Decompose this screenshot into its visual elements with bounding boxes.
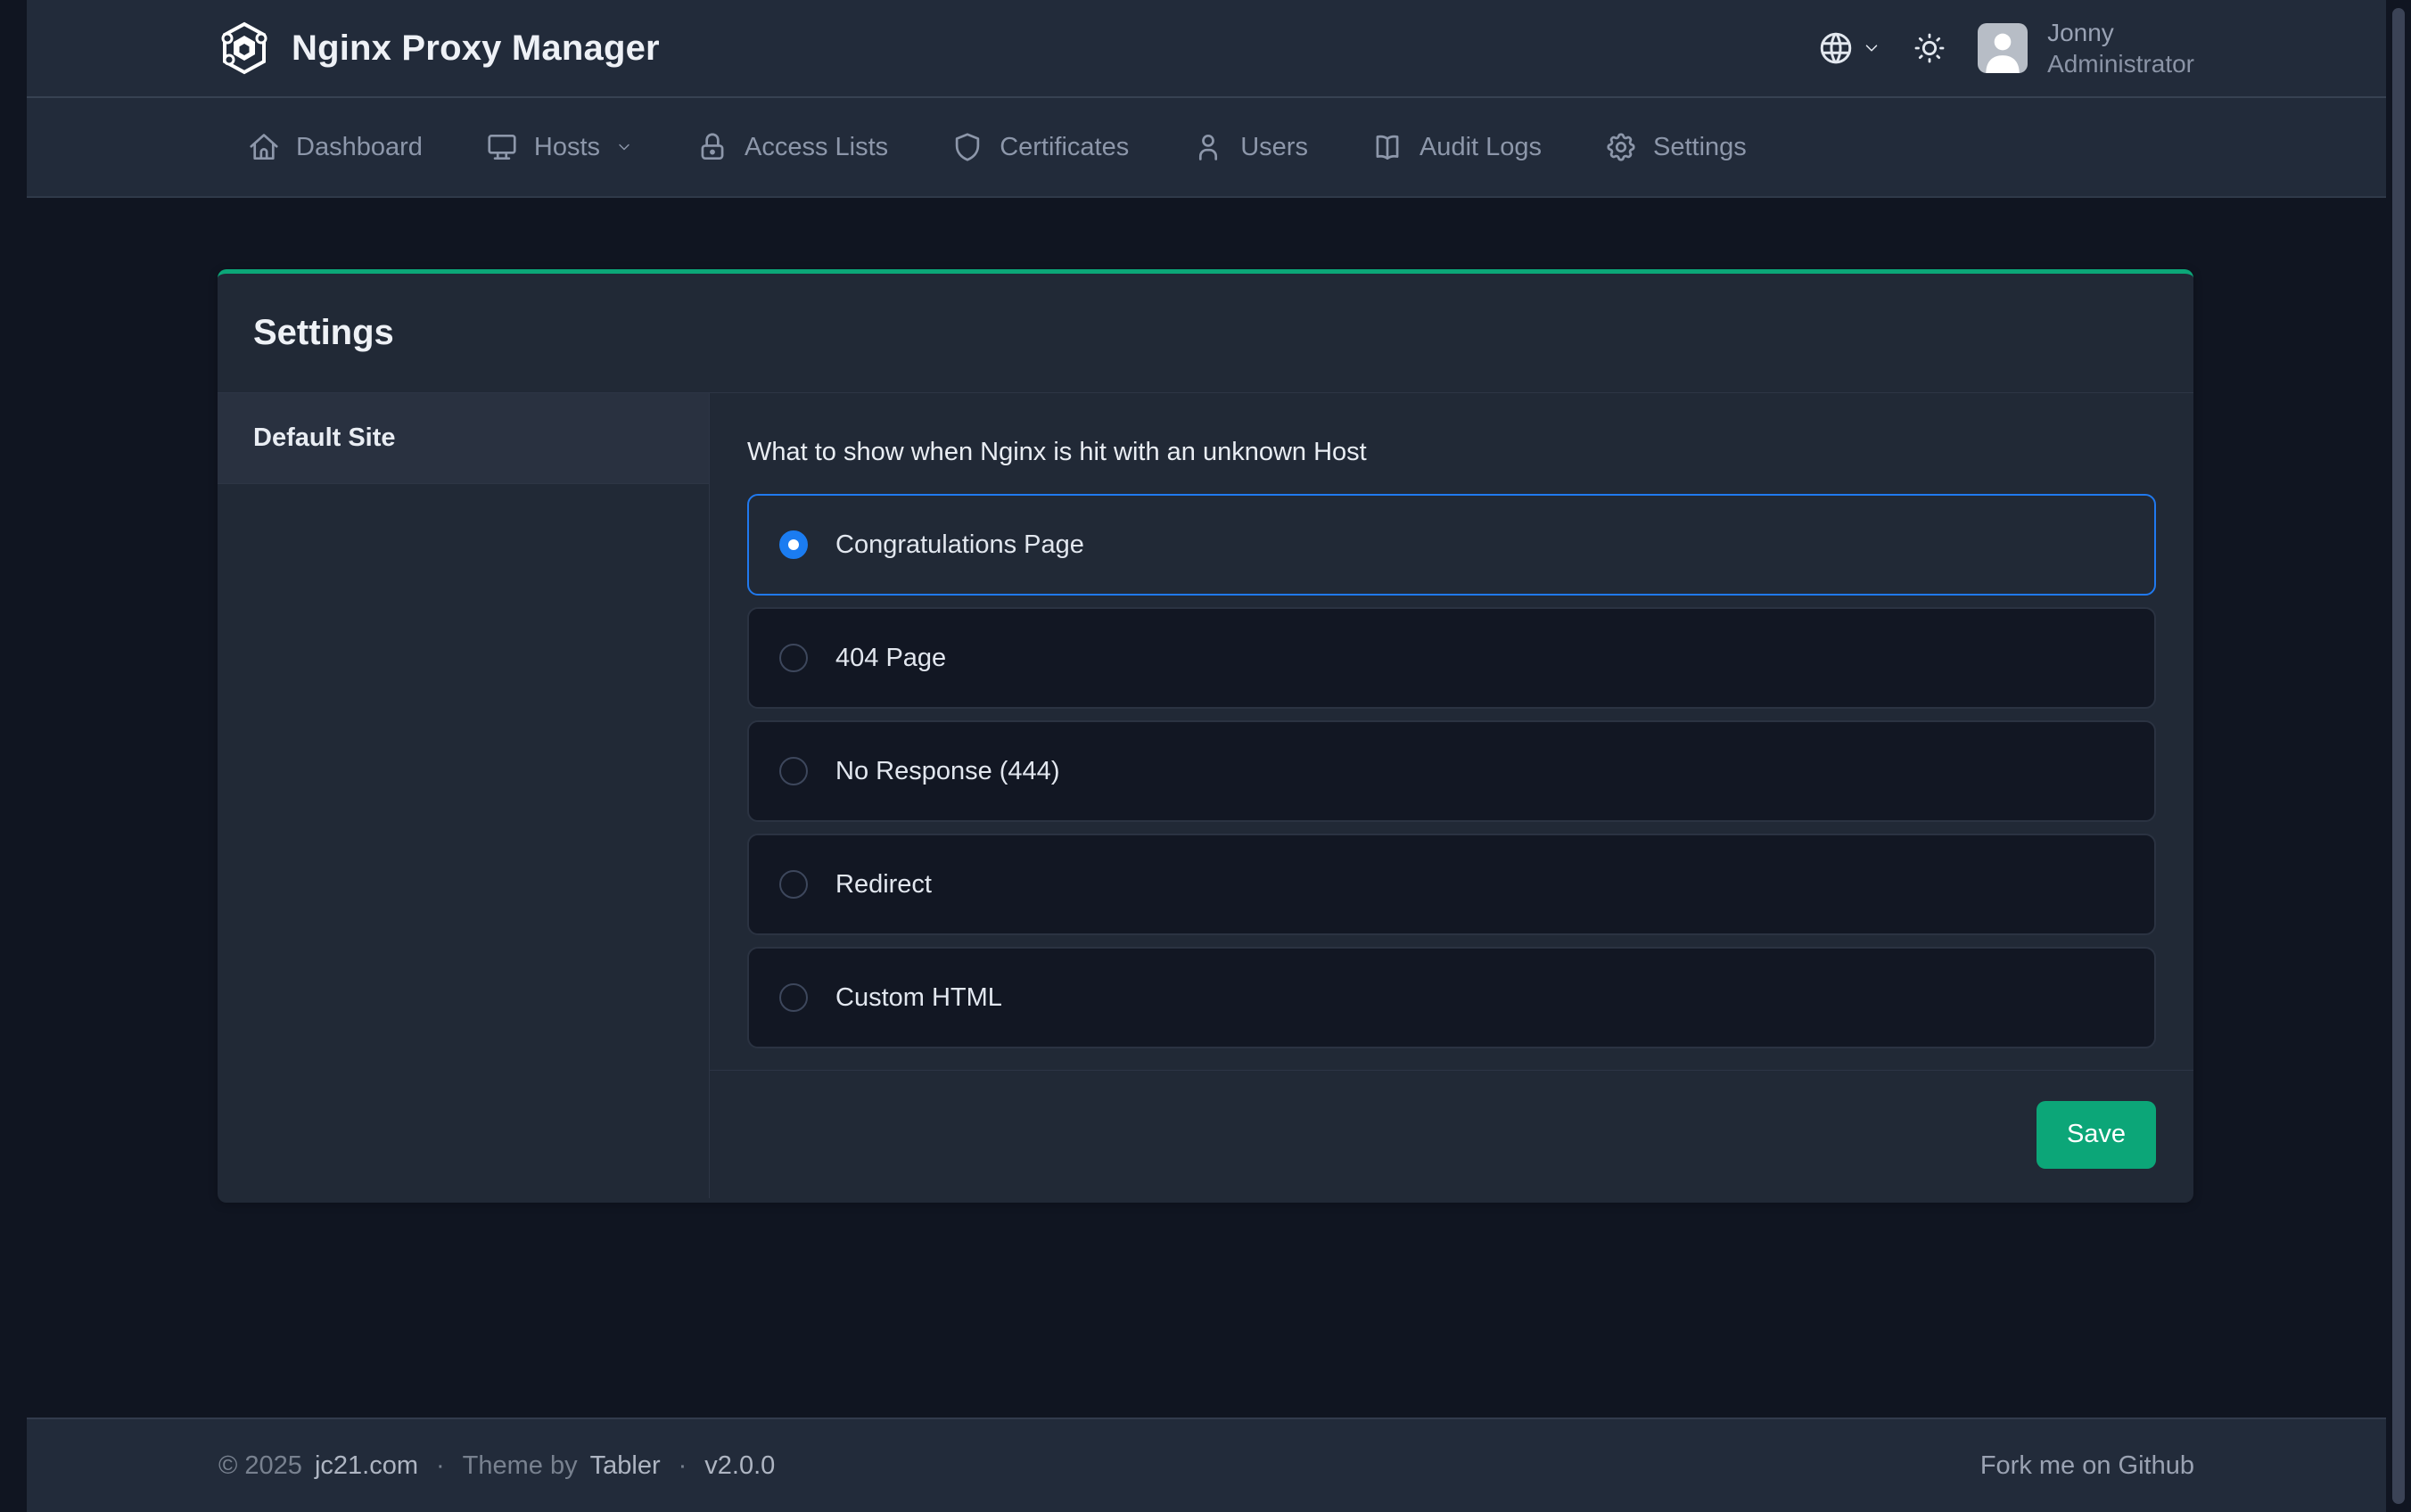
option-redirect[interactable]: Redirect — [747, 834, 2156, 935]
nav-label: Users — [1240, 133, 1308, 162]
page-scrollbar[interactable] — [2392, 8, 2405, 1504]
theme-prefix: Theme by — [463, 1451, 578, 1481]
nav-item-users[interactable]: Users — [1191, 130, 1308, 164]
radio-no-response[interactable] — [779, 757, 808, 785]
option-label: No Response (444) — [835, 757, 1059, 786]
radio-redirect[interactable] — [779, 870, 808, 899]
option-label: Congratulations Page — [835, 530, 1084, 560]
nav-label: Access Lists — [745, 133, 888, 162]
user-role: Administrator — [2047, 48, 2194, 79]
company-link[interactable]: jc21.com — [315, 1451, 418, 1481]
copyright-text: © 2025 — [218, 1451, 302, 1481]
nav-label: Settings — [1653, 133, 1747, 162]
settings-sidebar: Default Site — [218, 393, 710, 1198]
default-site-panel: What to show when Nginx is hit with an u… — [710, 393, 2193, 1198]
nav-item-audit-logs[interactable]: Audit Logs — [1370, 130, 1542, 164]
user-menu[interactable]: Jonny Administrator — [1978, 17, 2194, 79]
nav-label: Hosts — [534, 133, 600, 162]
brand: Nginx Proxy Manager — [218, 21, 660, 76]
nav-item-settings[interactable]: Settings — [1604, 130, 1747, 164]
lock-icon — [695, 130, 729, 164]
home-icon — [247, 130, 281, 164]
gear-icon — [1604, 130, 1638, 164]
settings-card: Settings Default Site What to show when … — [218, 269, 2193, 1203]
shield-icon — [950, 130, 984, 164]
save-button[interactable]: Save — [2037, 1101, 2156, 1169]
option-404-page[interactable]: 404 Page — [747, 607, 2156, 709]
nav-item-certificates[interactable]: Certificates — [950, 130, 1129, 164]
avatar — [1978, 23, 2028, 73]
top-header-bar: Nginx Proxy Manager — [27, 0, 2386, 98]
panel-question: What to show when Nginx is hit with an u… — [747, 438, 2156, 467]
option-label: Custom HTML — [835, 983, 1002, 1013]
default-site-options: Congratulations Page 404 Page No Respons… — [747, 494, 2156, 1048]
chevron-down-icon — [1862, 38, 1881, 58]
option-custom-html[interactable]: Custom HTML — [747, 947, 2156, 1048]
option-label: 404 Page — [835, 644, 946, 673]
user-name: Jonny — [2047, 17, 2194, 48]
settings-item-label: Default Site — [253, 423, 396, 453]
globe-icon — [1817, 29, 1855, 67]
panel-footer: Save — [710, 1070, 2193, 1198]
sun-icon — [1912, 30, 1947, 66]
monitor-icon — [485, 130, 519, 164]
option-congratulations-page[interactable]: Congratulations Page — [747, 494, 2156, 596]
theme-toggle-button[interactable] — [1912, 30, 1947, 66]
nav-item-hosts[interactable]: Hosts — [485, 130, 633, 164]
page-title: Settings — [253, 313, 394, 353]
radio-404-page[interactable] — [779, 644, 808, 672]
theme-link[interactable]: Tabler — [590, 1451, 661, 1481]
radio-custom-html[interactable] — [779, 983, 808, 1012]
page-footer: © 2025 jc21.com · Theme by Tabler · v2.0… — [27, 1418, 2386, 1512]
nav-label: Audit Logs — [1419, 133, 1542, 162]
main-nav: Dashboard Hosts Access Lists Certificate… — [27, 98, 2386, 198]
nav-label: Certificates — [1000, 133, 1129, 162]
option-no-response[interactable]: No Response (444) — [747, 720, 2156, 822]
settings-item-default-site[interactable]: Default Site — [218, 393, 709, 484]
separator-dot: · — [431, 1451, 450, 1481]
nav-label: Dashboard — [296, 133, 423, 162]
chevron-down-icon — [615, 138, 633, 156]
card-header: Settings — [218, 274, 2193, 393]
app-logo-icon — [218, 21, 270, 76]
version-link[interactable]: v2.0.0 — [704, 1451, 775, 1481]
language-menu-button[interactable] — [1817, 29, 1881, 67]
option-label: Redirect — [835, 870, 932, 900]
github-link[interactable]: Fork me on Github — [1980, 1451, 2194, 1480]
person-icon — [1978, 23, 2028, 73]
nav-item-dashboard[interactable]: Dashboard — [247, 130, 423, 164]
user-icon — [1191, 130, 1225, 164]
app-title: Nginx Proxy Manager — [292, 29, 660, 69]
main-content: Settings Default Site What to show when … — [0, 198, 2411, 1418]
separator-dot: · — [673, 1451, 693, 1481]
radio-congratulations-page[interactable] — [779, 530, 808, 559]
book-icon — [1370, 130, 1404, 164]
nav-item-access-lists[interactable]: Access Lists — [695, 130, 888, 164]
